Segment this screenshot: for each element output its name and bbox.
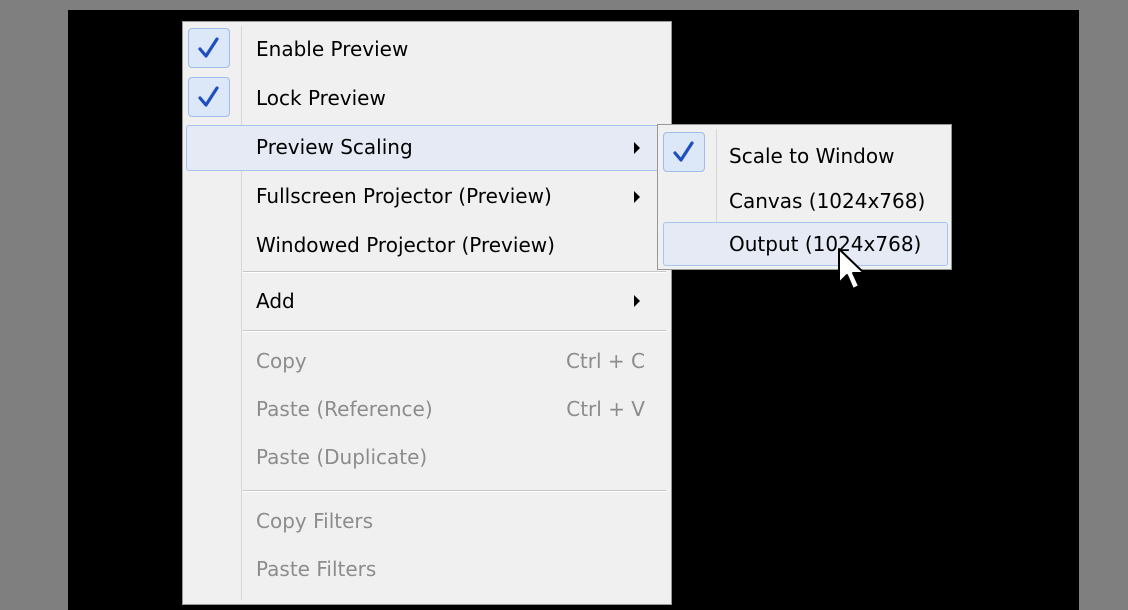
menu-item-scale-to-window[interactable]: Scale to Window — [661, 130, 948, 174]
menu-item-label: Windowed Projector (Preview) — [256, 233, 555, 257]
checkmark-icon — [188, 77, 230, 117]
menu-item-label: Copy Filters — [256, 509, 374, 533]
menu-separator — [243, 490, 666, 492]
menu-item-canvas-resolution[interactable]: Canvas (1024x768) — [661, 178, 948, 222]
menu-item-output-resolution[interactable]: Output (1024x768) — [663, 222, 948, 266]
menu-item-label: Paste Filters — [256, 557, 377, 581]
menu-item-copy: Copy Ctrl + C — [186, 337, 668, 381]
context-menu: Enable Preview Lock Preview Preview Scal… — [182, 21, 672, 605]
menu-item-label: Enable Preview — [256, 37, 409, 61]
menu-item-windowed-projector[interactable]: Windowed Projector (Preview) — [186, 223, 668, 267]
chevron-right-icon — [634, 295, 640, 307]
menu-item-label: Canvas (1024x768) — [729, 189, 926, 213]
menu-item-shortcut: Ctrl + V — [566, 397, 645, 421]
menu-separator — [243, 330, 666, 332]
menu-item-paste-duplicate: Paste (Duplicate) — [186, 433, 668, 477]
menu-item-lock-preview[interactable]: Lock Preview — [186, 76, 668, 118]
menu-item-preview-scaling[interactable]: Preview Scaling — [186, 125, 668, 171]
preview-scaling-submenu: Scale to Window Canvas (1024x768) Output… — [657, 124, 952, 270]
menu-item-label: Add — [256, 289, 295, 313]
menu-item-label: Paste (Duplicate) — [256, 445, 428, 469]
checkmark-icon — [188, 28, 230, 68]
checkmark-icon — [663, 132, 705, 172]
menu-separator — [243, 271, 666, 273]
mouse-pointer-icon — [838, 248, 865, 290]
chevron-right-icon — [634, 142, 640, 154]
menu-item-label: Preview Scaling — [256, 135, 413, 159]
menu-item-label: Output (1024x768) — [729, 232, 922, 256]
menu-item-label: Lock Preview — [256, 86, 386, 110]
chevron-right-icon — [634, 191, 640, 203]
menu-item-label: Scale to Window — [729, 144, 895, 168]
menu-item-paste-reference: Paste (Reference) Ctrl + V — [186, 385, 668, 429]
menu-item-enable-preview[interactable]: Enable Preview — [186, 27, 668, 69]
menu-item-label: Fullscreen Projector (Preview) — [256, 184, 552, 208]
menu-item-label: Paste (Reference) — [256, 397, 433, 421]
menu-item-label: Copy — [256, 349, 307, 373]
menu-item-copy-filters: Copy Filters — [186, 498, 668, 542]
menu-item-paste-filters: Paste Filters — [186, 546, 668, 590]
menu-item-add[interactable]: Add — [186, 278, 668, 322]
menu-item-fullscreen-projector[interactable]: Fullscreen Projector (Preview) — [186, 174, 668, 218]
menu-item-shortcut: Ctrl + C — [565, 349, 645, 373]
